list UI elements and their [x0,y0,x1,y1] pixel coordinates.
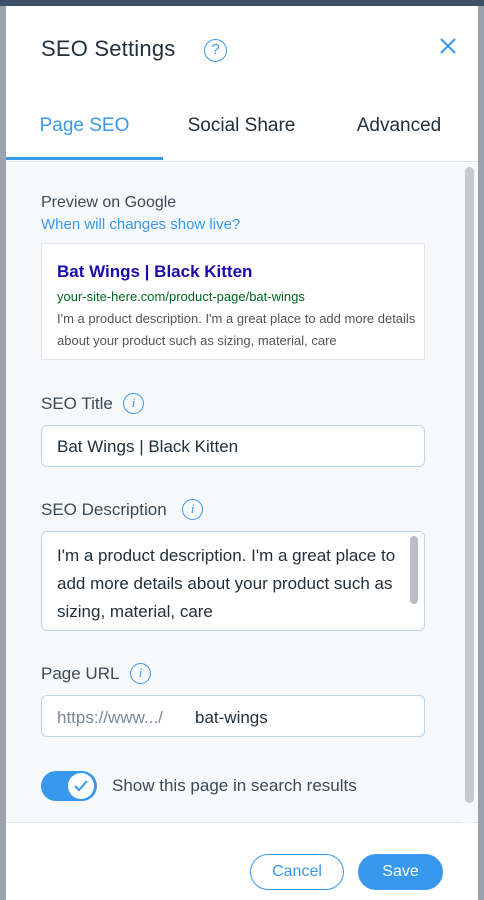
seo-description-label: SEO Description [41,500,167,519]
tab-bar: Page SEO Social Share Advanced [6,102,478,162]
panel-title: SEO Settings [41,36,176,61]
toggle-knob [68,773,94,799]
url-slug: bat-wings [195,708,268,727]
textarea-scrollbar[interactable] [410,536,418,604]
cancel-button[interactable]: Cancel [250,854,344,890]
preview-result-title: Bat Wings | Black Kitten [57,262,253,281]
url-prefix: https://www.../ [57,708,163,727]
seo-title-input[interactable]: Bat Wings | Black Kitten [41,425,425,467]
preview-label: Preview on Google [41,194,177,211]
preview-result-url: your-site-here.com/product-page/bat-wing… [57,289,305,304]
close-icon[interactable] [438,36,458,56]
google-preview-card: Bat Wings | Black Kitten your-site-here.… [41,243,425,360]
checkmark-icon [74,780,88,792]
changes-live-link[interactable]: When will changes show live? [41,216,240,233]
seo-title-info-icon[interactable]: i [123,393,144,414]
seo-title-value: Bat Wings | Black Kitten [57,437,239,456]
search-results-toggle[interactable] [41,771,97,801]
settings-content: Preview on Google When will changes show… [6,163,478,823]
seo-settings-panel: SEO Settings ? Page SEO Social Share Adv… [6,6,478,900]
tab-advanced[interactable]: Advanced [320,102,478,162]
search-results-label: Show this page in search results [112,776,357,795]
seo-description-textarea[interactable]: I'm a product description. I'm a great p… [41,531,425,631]
tab-social-share[interactable]: Social Share [163,102,320,162]
help-icon[interactable]: ? [204,39,227,62]
active-tab-indicator [6,157,163,160]
seo-title-label: SEO Title [41,394,113,413]
tab-page-seo[interactable]: Page SEO [6,102,163,162]
seo-description-value: I'm a product description. I'm a great p… [57,546,396,621]
page-url-label: Page URL [41,664,120,683]
page-url-input[interactable]: https://www.../ bat-wings [41,695,425,737]
panel-scrollbar[interactable] [465,167,474,803]
save-button[interactable]: Save [358,854,443,890]
backdrop-right [478,6,484,900]
seo-description-info-icon[interactable]: i [182,499,203,520]
preview-result-description: I'm a product description. I'm a great p… [57,311,416,348]
page-url-info-icon[interactable]: i [130,663,151,684]
